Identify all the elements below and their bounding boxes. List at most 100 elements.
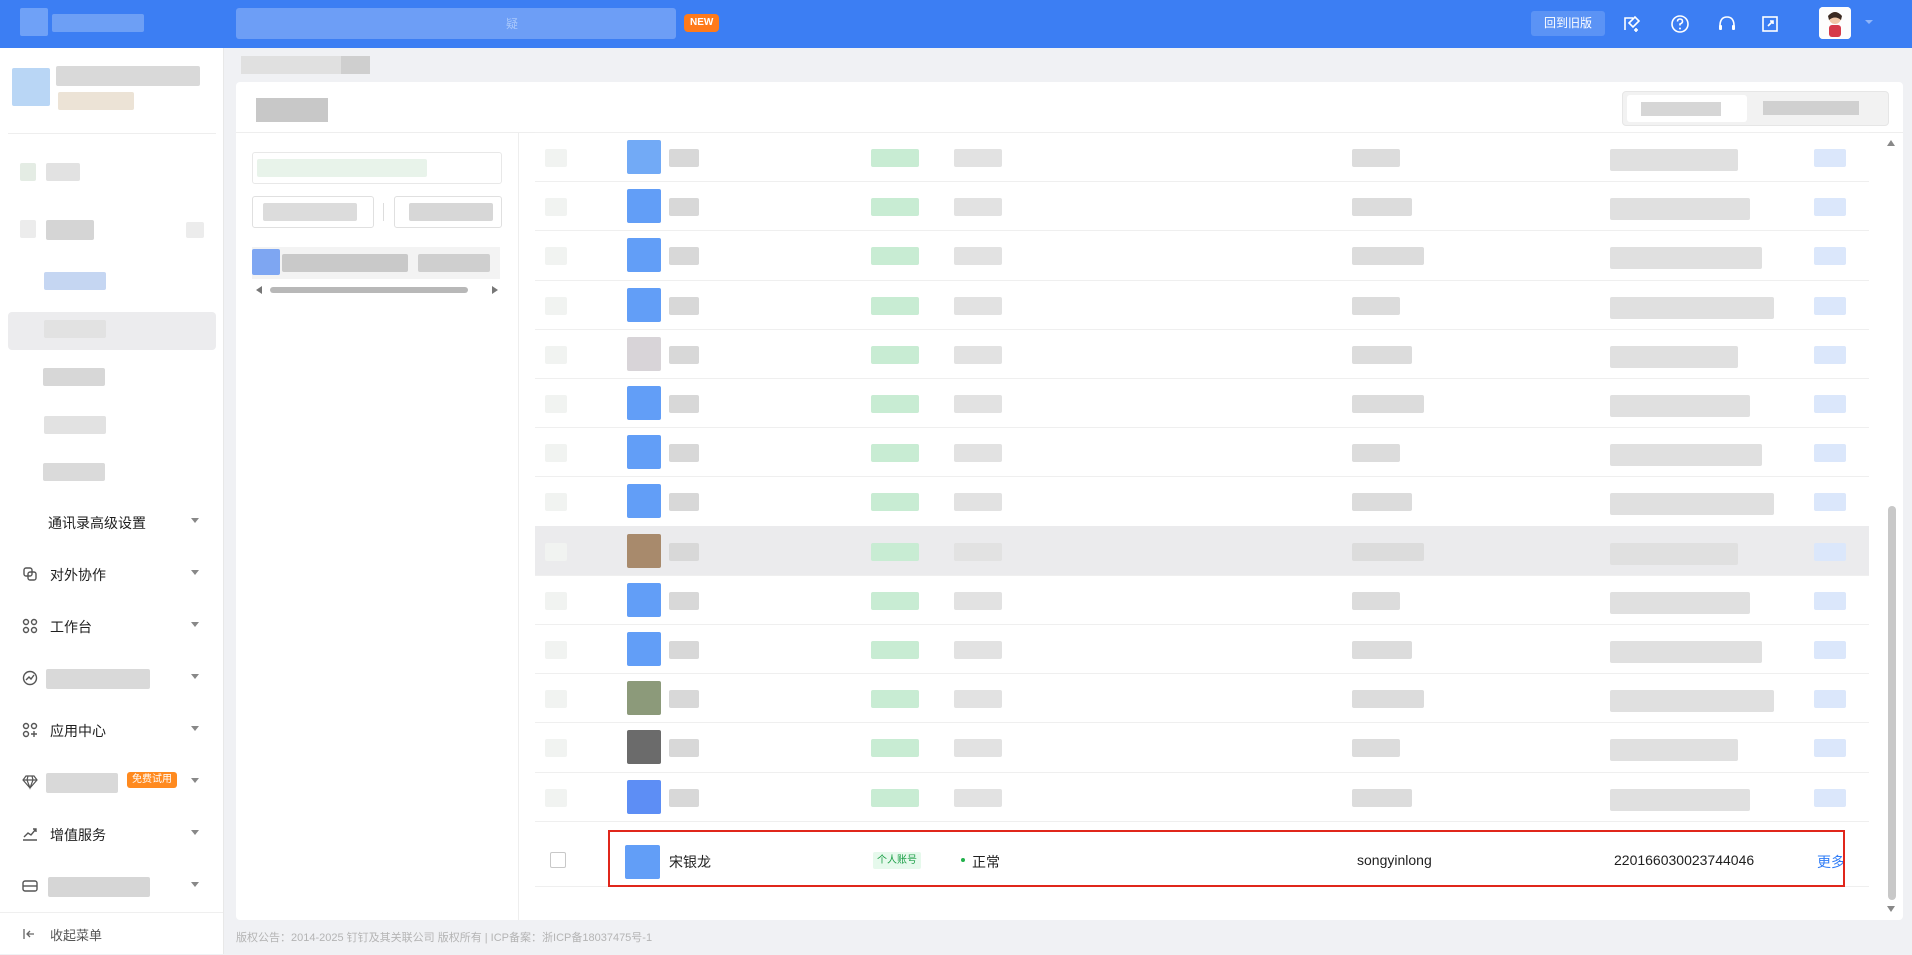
view-tab-b[interactable] (1763, 101, 1859, 115)
sidebar-item-app-center[interactable]: 应用中心 (0, 710, 223, 750)
scroll-down-icon[interactable] (1886, 904, 1896, 914)
upload-icon[interactable] (1621, 13, 1643, 35)
row-checkbox[interactable] (545, 296, 567, 315)
table-row[interactable] (535, 525, 1869, 576)
row-checkbox[interactable] (550, 852, 566, 868)
sidebar-item-value-added[interactable]: 增值服务 (0, 814, 223, 854)
view-toggle[interactable] (1622, 91, 1889, 126)
search-input[interactable] (236, 8, 676, 39)
row-checkbox[interactable] (545, 591, 567, 610)
table-row[interactable] (535, 575, 1869, 625)
breadcrumb[interactable] (241, 56, 341, 74)
member-name[interactable] (669, 198, 699, 217)
table-row[interactable] (535, 427, 1869, 478)
more-link[interactable] (1814, 493, 1846, 512)
table-row[interactable] (535, 230, 1869, 281)
member-name[interactable] (669, 591, 699, 610)
breadcrumb[interactable] (341, 56, 370, 74)
table-row[interactable] (535, 476, 1869, 527)
more-link[interactable] (1814, 739, 1846, 758)
sidebar-item-blurred-4[interactable] (0, 866, 223, 906)
row-checkbox[interactable] (545, 247, 567, 266)
member-name[interactable] (669, 247, 699, 266)
member-name[interactable] (669, 739, 699, 758)
member-name[interactable] (669, 641, 699, 659)
member-status (954, 788, 1002, 807)
table-row[interactable] (535, 378, 1869, 429)
sidebar-subitem[interactable] (44, 416, 106, 434)
sidebar-subitem[interactable] (43, 463, 105, 481)
sidebar-item-blurred-1[interactable] (46, 163, 80, 181)
sidebar-active-item[interactable] (8, 312, 216, 350)
more-link[interactable] (1814, 591, 1846, 610)
row-checkbox[interactable] (545, 690, 567, 709)
row-checkbox[interactable] (545, 395, 567, 413)
sidebar-subitem[interactable] (43, 368, 105, 386)
row-checkbox[interactable] (545, 739, 567, 758)
member-name[interactable] (669, 690, 699, 709)
more-link[interactable] (1814, 641, 1846, 659)
user-avatar[interactable] (1819, 7, 1851, 39)
table-row[interactable] (535, 181, 1869, 232)
headset-icon[interactable] (1716, 13, 1738, 35)
sidebar-subitem[interactable] (44, 320, 106, 338)
row-checkbox[interactable] (545, 345, 567, 364)
sidebar-item-blurred-3[interactable] (0, 658, 223, 698)
scroll-up-icon[interactable] (1886, 138, 1896, 148)
more-link[interactable] (1814, 395, 1846, 413)
row-checkbox[interactable] (545, 444, 567, 463)
more-link[interactable] (1814, 690, 1846, 709)
table-row[interactable] (535, 280, 1869, 330)
more-link[interactable] (1814, 345, 1846, 364)
table-row[interactable] (535, 722, 1869, 773)
sidebar-item-external[interactable]: 对外协作 (0, 554, 223, 594)
row-checkbox[interactable] (545, 493, 567, 512)
member-name[interactable] (669, 542, 699, 561)
more-link[interactable] (1814, 296, 1846, 315)
more-link[interactable] (1814, 542, 1846, 561)
member-name[interactable] (669, 788, 699, 807)
help-icon[interactable] (1669, 13, 1691, 35)
vertical-scrollbar[interactable] (1888, 506, 1896, 900)
fullscreen-icon[interactable] (1759, 13, 1781, 35)
member-avatar (627, 582, 661, 617)
table-row[interactable] (535, 624, 1869, 675)
member-name[interactable] (669, 493, 699, 512)
more-link[interactable] (1814, 247, 1846, 266)
more-link[interactable] (1814, 149, 1846, 167)
sidebar-item-label (48, 877, 150, 897)
table-row[interactable] (535, 772, 1869, 822)
member-name[interactable] (669, 149, 699, 167)
sidebar-item-contacts-advanced[interactable]: 通讯录高级设置 (0, 502, 223, 542)
sidebar-subitem-active[interactable] (44, 272, 106, 290)
sidebar-item-premium[interactable]: 免费试用 (0, 762, 223, 802)
row-checkbox[interactable] (545, 788, 567, 807)
tree-button-b[interactable] (394, 196, 502, 228)
collapse-menu-button[interactable]: 收起菜单 (0, 912, 223, 955)
row-checkbox[interactable] (545, 641, 567, 659)
row-checkbox[interactable] (545, 149, 567, 167)
member-name[interactable] (669, 395, 699, 413)
department-tree (236, 133, 519, 920)
more-link[interactable] (1814, 444, 1846, 463)
table-row[interactable] (535, 132, 1869, 183)
tree-hscroll[interactable] (254, 285, 500, 295)
member-name[interactable] (669, 444, 699, 463)
member-name[interactable] (669, 296, 699, 315)
row-checkbox[interactable] (545, 198, 567, 217)
old-version-button[interactable]: 回到旧版 (1531, 11, 1605, 36)
collab-icon (23, 567, 37, 581)
more-link[interactable] (1814, 198, 1846, 217)
sidebar-item-workbench[interactable]: 工作台 (0, 606, 223, 646)
more-link[interactable] (1814, 788, 1846, 807)
sidebar-item-blurred-2[interactable] (46, 220, 94, 240)
row-checkbox[interactable] (545, 542, 567, 561)
table-row[interactable] (535, 329, 1869, 379)
tree-search-input[interactable] (252, 152, 502, 184)
view-tab-a[interactable] (1627, 95, 1747, 122)
chevron-down-icon[interactable] (1863, 16, 1875, 28)
table-row[interactable] (535, 673, 1869, 724)
member-name[interactable] (669, 345, 699, 364)
tree-button-a[interactable] (252, 196, 374, 228)
tree-node-selected[interactable] (252, 247, 500, 279)
